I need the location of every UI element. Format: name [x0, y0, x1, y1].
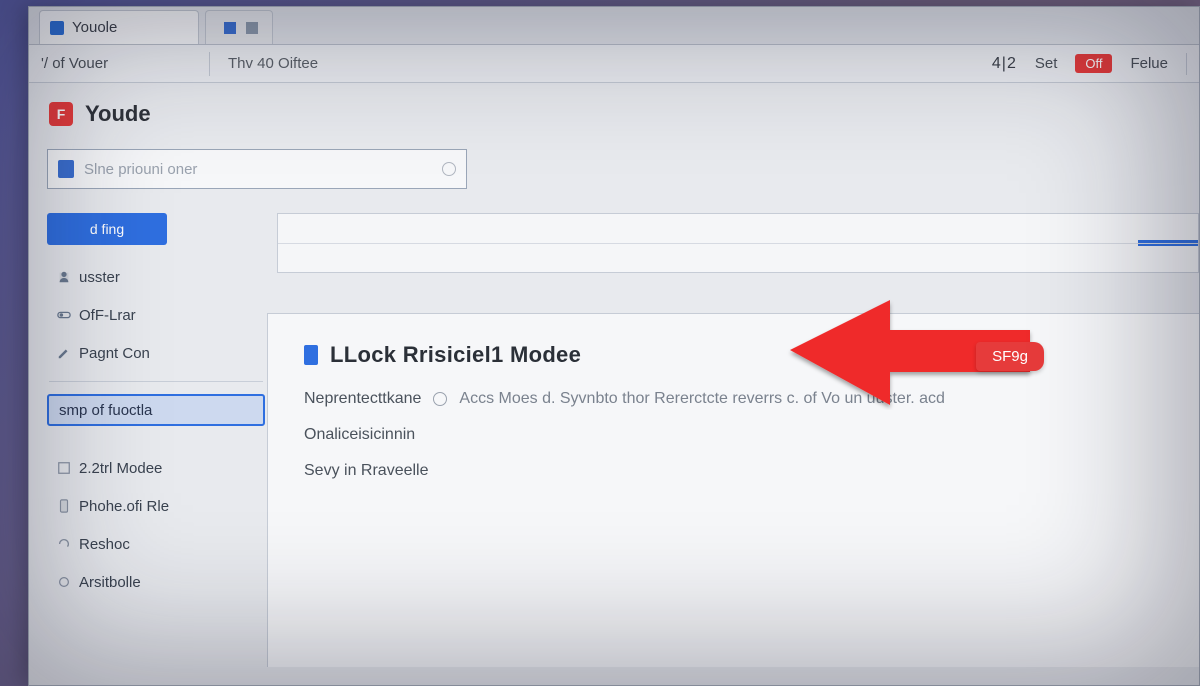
clear-icon[interactable] — [442, 162, 456, 176]
brand-icon: F — [49, 102, 73, 126]
search-box[interactable] — [47, 149, 467, 189]
address-mid-label: Thv 40 Oiftee — [228, 55, 318, 72]
address-mid[interactable]: Thv 40 Oiftee — [228, 55, 974, 72]
dialog-line-2-text: Onaliceisicinnin — [304, 426, 415, 444]
dialog-line-3-text: Sevy in Rraveelle — [304, 462, 429, 480]
dialog-line-3: Sevy in Rraveelle — [304, 462, 1163, 480]
dialog-line-1a: Neprentecttkane — [304, 390, 421, 408]
lock-icon — [304, 345, 318, 365]
dialog-line-1: Neprentecttkane Accs Moes d. Syvnbto tho… — [304, 390, 1163, 408]
window-icon — [224, 22, 236, 34]
sidebar-item-paint[interactable]: Pagnt Con — [47, 337, 265, 369]
spacer — [47, 432, 265, 446]
sidebar-primary-button[interactable]: d fing — [47, 213, 167, 245]
address-bar: '/ of Vouer Thv 40 Oiftee 4|2 Set Off Fe… — [29, 45, 1199, 83]
sidebar-item-label: Reshoc — [79, 536, 130, 553]
brand-title: Youde — [85, 101, 151, 127]
brand-row: F Youde — [47, 101, 1199, 127]
sidebar-item-label: Phohe.ofi Rle — [79, 498, 169, 515]
sidebar-item-toggle[interactable]: OfF-Lrar — [47, 299, 265, 331]
info-icon[interactable] — [433, 392, 447, 406]
brand-glyph: F — [57, 106, 66, 122]
window-icon-2 — [246, 22, 258, 34]
sidebar-item-user[interactable]: usster — [47, 261, 265, 293]
misc-icon — [57, 575, 71, 589]
sidebar: d fing usster OfF-Lrar — [47, 213, 277, 667]
search-input[interactable] — [84, 161, 432, 178]
sidebar-item-label: Arsitbolle — [79, 574, 141, 591]
sidebar-primary-label: d fing — [90, 221, 124, 237]
address-feue[interactable]: Felue — [1130, 55, 1168, 72]
address-left[interactable]: '/ of Vouer — [41, 55, 191, 72]
divider — [209, 52, 210, 76]
sidebar-separator — [49, 381, 263, 382]
off-badge[interactable]: Off — [1075, 54, 1112, 73]
tab-active[interactable]: Youole — [39, 10, 199, 44]
sidebar-item-mode[interactable]: 2.2trl Modee — [47, 452, 265, 484]
sidebar-item-label: Pagnt Con — [79, 345, 150, 362]
sidebar-item-label: OfF-Lrar — [79, 307, 136, 324]
sidebar-item-label: usster — [79, 269, 120, 286]
phone-icon — [57, 499, 71, 513]
user-icon — [57, 270, 71, 284]
columns: d fing usster OfF-Lrar — [47, 213, 1199, 667]
address-set[interactable]: Set — [1035, 55, 1058, 72]
dialog-line-1b: Accs Moes d. Syvnbto thor Rererctcte rev… — [459, 390, 945, 408]
tab-label: Youole — [72, 19, 117, 36]
dialog-title-row: LLock Rrisiciel1 Modee — [304, 342, 1163, 368]
main-panel: LLock Rrisiciel1 Modee Neprentecttkane A… — [277, 213, 1199, 667]
panel-toolbar[interactable] — [277, 213, 1199, 273]
sidebar-item-label: smp of fuoctla — [59, 402, 152, 419]
divider — [1186, 53, 1187, 75]
sidebar-item-refresh[interactable]: Reshoc — [47, 528, 265, 560]
toggle-icon — [57, 308, 71, 322]
dialog-title: LLock Rrisiciel1 Modee — [330, 342, 581, 368]
address-count: 4|2 — [992, 55, 1017, 73]
tab-secondary[interactable] — [205, 10, 273, 44]
search-icon — [58, 160, 74, 178]
refresh-icon — [57, 537, 71, 551]
sidebar-item-phone[interactable]: Phohe.ofi Rle — [47, 490, 265, 522]
sidebar-item-label: 2.2trl Modee — [79, 460, 162, 477]
sidebar-item-misc[interactable]: Arsitbolle — [47, 566, 265, 598]
address-left-label: '/ of Vouer — [41, 55, 108, 72]
dialog-line-2: Onaliceisicinnin — [304, 426, 1163, 444]
settings-dialog: LLock Rrisiciel1 Modee Neprentecttkane A… — [267, 313, 1199, 667]
app-window: Youole '/ of Vouer Thv 40 Oiftee 4|2 Set… — [28, 6, 1200, 686]
mode-icon — [57, 461, 71, 475]
toolbar-accent — [1138, 240, 1198, 246]
tab-favicon-icon — [50, 21, 64, 35]
paint-icon — [57, 346, 71, 360]
sidebar-item-selected[interactable]: smp of fuoctla — [47, 394, 265, 426]
content-area: F Youde d fing usster — [29, 83, 1199, 685]
tab-strip: Youole — [29, 7, 1199, 45]
